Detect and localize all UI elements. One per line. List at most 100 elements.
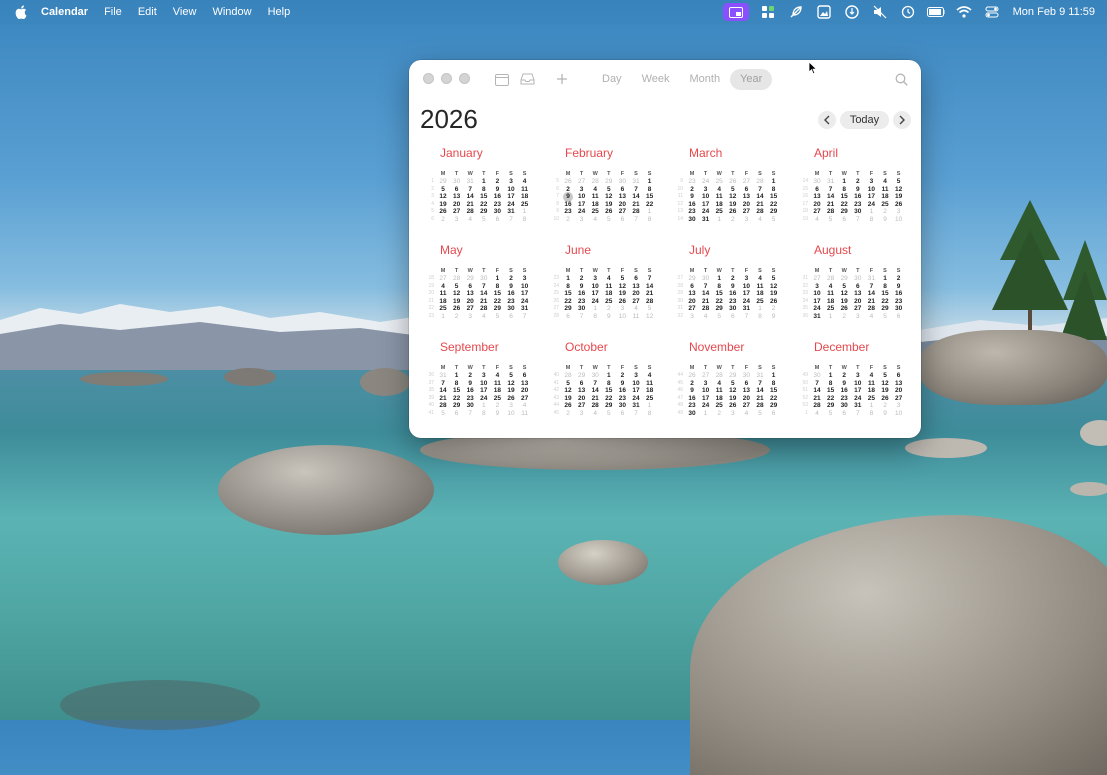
search-icon[interactable] xyxy=(893,71,909,87)
day-cell[interactable]: 4 xyxy=(630,305,642,313)
day-cell[interactable]: 10 xyxy=(478,380,490,388)
day-cell[interactable]: 13 xyxy=(519,380,531,388)
day-cell[interactable]: 2 xyxy=(603,305,615,313)
day-cell[interactable]: 7 xyxy=(700,283,712,291)
day-cell[interactable]: 23 xyxy=(562,208,574,216)
day-cell[interactable]: 7 xyxy=(811,380,823,388)
day-cell[interactable]: 30 xyxy=(491,208,503,216)
day-cell[interactable]: 2 xyxy=(879,208,891,216)
day-cell[interactable]: 11 xyxy=(603,283,615,291)
day-cell[interactable]: 7 xyxy=(852,216,864,224)
day-cell[interactable]: 3 xyxy=(576,410,588,418)
day-cell[interactable]: 31 xyxy=(519,305,531,313)
day-cell[interactable]: 12 xyxy=(562,387,574,395)
day-cell[interactable]: 16 xyxy=(505,290,517,298)
day-cell[interactable]: 5 xyxy=(644,305,656,313)
day-cell[interactable]: 28 xyxy=(754,402,766,410)
day-cell[interactable]: 2 xyxy=(838,372,850,380)
day-cell[interactable]: 8 xyxy=(478,186,490,194)
day-cell[interactable]: 21 xyxy=(437,395,449,403)
day-cell[interactable]: 8 xyxy=(865,216,877,224)
day-cell[interactable]: 23 xyxy=(727,298,739,306)
day-cell[interactable]: 5 xyxy=(754,410,766,418)
day-cell[interactable]: 24 xyxy=(589,298,601,306)
day-cell[interactable]: 2 xyxy=(451,313,463,321)
day-cell[interactable]: 31 xyxy=(754,372,766,380)
day-cell[interactable]: 19 xyxy=(838,298,850,306)
day-cell[interactable]: 31 xyxy=(630,178,642,186)
day-cell[interactable]: 14 xyxy=(464,193,476,201)
day-cell[interactable]: 2 xyxy=(491,402,503,410)
day-cell[interactable]: 17 xyxy=(478,387,490,395)
day-cell[interactable]: 21 xyxy=(644,290,656,298)
day-cell[interactable]: 29 xyxy=(464,275,476,283)
day-cell[interactable]: 19 xyxy=(727,395,739,403)
day-cell[interactable]: 2 xyxy=(491,178,503,186)
day-cell[interactable]: 3 xyxy=(852,313,864,321)
day-cell[interactable]: 3 xyxy=(852,372,864,380)
day-cell[interactable]: 6 xyxy=(686,283,698,291)
inbox-icon[interactable] xyxy=(519,71,535,87)
day-cell[interactable]: 10 xyxy=(700,387,712,395)
day-cell[interactable]: 28 xyxy=(589,402,601,410)
day-cell[interactable]: 3 xyxy=(700,380,712,388)
day-cell[interactable]: 3 xyxy=(740,275,752,283)
day-cell[interactable]: 15 xyxy=(562,290,574,298)
day-cell[interactable]: 4 xyxy=(811,410,823,418)
day-cell[interactable]: 29 xyxy=(478,208,490,216)
day-cell[interactable]: 29 xyxy=(768,402,780,410)
day-cell[interactable]: 8 xyxy=(562,283,574,291)
day-cell[interactable]: 23 xyxy=(852,201,864,209)
day-cell[interactable]: 30 xyxy=(811,372,823,380)
day-cell[interactable]: 31 xyxy=(700,216,712,224)
day-cell[interactable]: 27 xyxy=(811,208,823,216)
day-cell[interactable]: 10 xyxy=(852,380,864,388)
day-cell[interactable]: 6 xyxy=(740,186,752,194)
control-center-icon[interactable] xyxy=(983,4,1001,20)
day-cell[interactable]: 1 xyxy=(562,275,574,283)
day-cell[interactable]: 8 xyxy=(768,186,780,194)
day-cell[interactable]: 26 xyxy=(768,298,780,306)
day-cell[interactable]: 27 xyxy=(740,178,752,186)
day-cell[interactable]: 25 xyxy=(754,298,766,306)
day-cell[interactable]: 28 xyxy=(644,298,656,306)
day-cell[interactable]: 25 xyxy=(589,208,601,216)
mute-icon[interactable] xyxy=(871,4,889,20)
day-cell[interactable]: 23 xyxy=(686,402,698,410)
day-cell[interactable]: 9 xyxy=(464,380,476,388)
day-cell[interactable]: 30 xyxy=(576,305,588,313)
day-cell[interactable]: 18 xyxy=(754,290,766,298)
day-cell[interactable]: 30 xyxy=(478,275,490,283)
day-cell[interactable]: 25 xyxy=(491,395,503,403)
day-cell[interactable]: 29 xyxy=(576,372,588,380)
day-cell[interactable]: 14 xyxy=(700,290,712,298)
day-cell[interactable]: 6 xyxy=(740,380,752,388)
day-cell[interactable]: 9 xyxy=(838,380,850,388)
day-cell[interactable]: 17 xyxy=(505,193,517,201)
day-cell[interactable]: 1 xyxy=(644,178,656,186)
month-name[interactable]: November xyxy=(689,340,744,354)
day-cell[interactable]: 20 xyxy=(519,387,531,395)
day-cell[interactable]: 27 xyxy=(700,372,712,380)
day-cell[interactable]: 12 xyxy=(437,193,449,201)
day-cell[interactable]: 27 xyxy=(686,305,698,313)
day-cell[interactable]: 18 xyxy=(825,298,837,306)
day-cell[interactable]: 19 xyxy=(562,395,574,403)
day-cell[interactable]: 13 xyxy=(852,290,864,298)
day-cell[interactable]: 9 xyxy=(505,283,517,291)
day-cell[interactable]: 25 xyxy=(519,201,531,209)
day-cell[interactable]: 26 xyxy=(603,208,615,216)
day-cell[interactable]: 31 xyxy=(437,372,449,380)
day-cell[interactable]: 28 xyxy=(478,305,490,313)
day-cell[interactable]: 2 xyxy=(713,410,725,418)
day-cell[interactable]: 17 xyxy=(630,387,642,395)
day-cell[interactable]: 13 xyxy=(740,387,752,395)
day-cell[interactable]: 13 xyxy=(630,283,642,291)
day-cell[interactable]: 23 xyxy=(491,201,503,209)
day-cell[interactable]: 1 xyxy=(713,275,725,283)
day-cell[interactable]: 8 xyxy=(589,313,601,321)
day-cell[interactable]: 1 xyxy=(754,305,766,313)
day-cell[interactable]: 20 xyxy=(451,201,463,209)
day-cell[interactable]: 24 xyxy=(519,298,531,306)
day-cell[interactable]: 12 xyxy=(727,387,739,395)
